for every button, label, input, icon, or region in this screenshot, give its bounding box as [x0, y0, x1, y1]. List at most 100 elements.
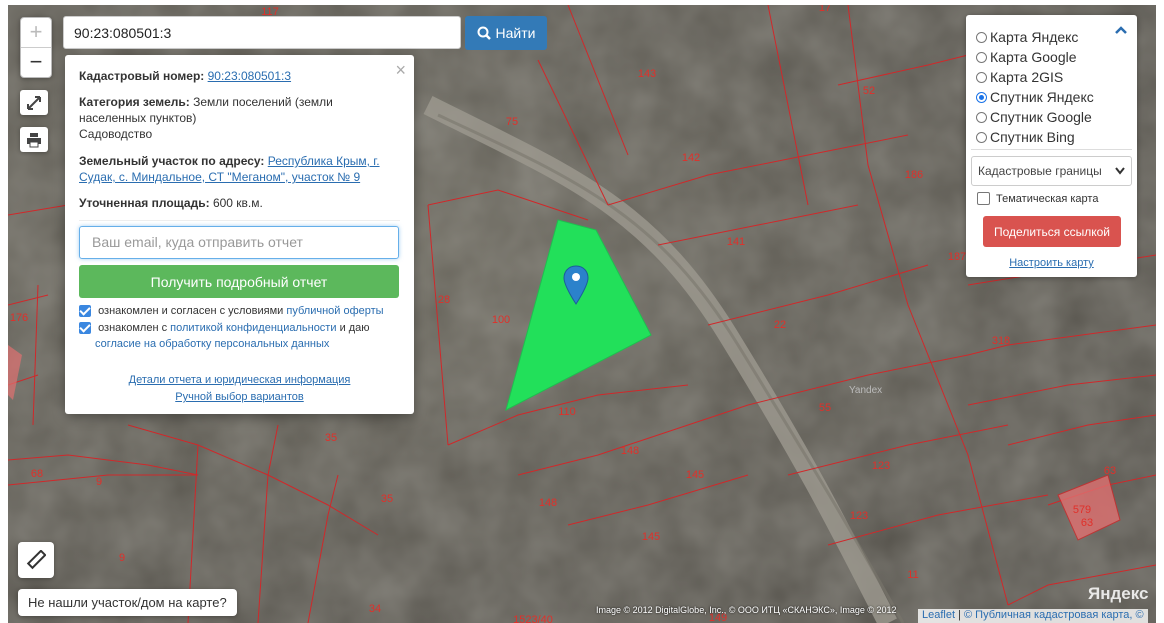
public-offer-link[interactable]: публичной оферты [286, 305, 383, 317]
agree-privacy-text-2: и даю [339, 322, 370, 334]
parcel-number-label[interactable]: 9 [96, 476, 102, 488]
not-found-button[interactable]: Не нашли участок/дом на карте? [18, 589, 237, 616]
parcel-number-label[interactable]: 148 [621, 445, 639, 457]
print-icon [27, 133, 41, 148]
parcel-number-label[interactable]: 9 [119, 552, 125, 564]
radio-icon [976, 71, 987, 83]
privacy-policy-link[interactable]: политикой конфиденциальности [170, 322, 336, 334]
layer-option-label: Спутник Google [990, 109, 1092, 125]
layer-option[interactable]: Карта 2GIS [976, 67, 1063, 87]
category-label: Категория земель: [79, 95, 190, 109]
pkk-link[interactable]: © Публичная кадастровая карта, © [964, 609, 1144, 621]
land-use-value: Садоводство [79, 127, 153, 141]
radio-icon [976, 131, 987, 143]
chevron-up-icon[interactable] [1115, 25, 1127, 35]
overlay-select[interactable]: Кадастровые границы [971, 156, 1132, 186]
parcel-number-label[interactable]: 148 [539, 497, 557, 509]
parcel-number-label[interactable]: 68 [31, 468, 43, 480]
parcel-number-label[interactable]: 100 [492, 314, 510, 326]
layer-option[interactable]: Карта Яндекс [976, 27, 1078, 47]
chevron-down-icon [1115, 167, 1125, 175]
thematic-map-checkbox[interactable] [977, 192, 990, 205]
parcel-number-label[interactable]: 110 [558, 406, 576, 418]
fullscreen-icon [27, 96, 41, 110]
leaflet-link[interactable]: Leaflet [922, 609, 955, 621]
layer-option[interactable]: Спутник Bing [976, 127, 1075, 147]
layer-switcher: Карта Яндекс Карта Google Карта 2GIS Спутни… [966, 15, 1137, 277]
parcel-number-label[interactable]: 579 [1073, 504, 1091, 516]
measure-button[interactable] [18, 542, 54, 578]
parcel-number-label[interactable]: 22 [774, 319, 786, 331]
layer-option-label: Карта Google [990, 49, 1077, 65]
parcel-number-label[interactable]: 52 [863, 85, 875, 97]
parcel-number-label[interactable]: 187 [948, 251, 966, 263]
category-value: Земли поселений (земли [193, 95, 333, 109]
cadastral-search-input[interactable] [63, 16, 461, 49]
parcel-number-label[interactable]: 141 [727, 236, 745, 248]
parcel-number-label[interactable]: 123 [850, 510, 868, 522]
zoom-in-button[interactable]: + [21, 18, 51, 48]
layer-option-label: Карта 2GIS [990, 69, 1064, 85]
parcel-number-label[interactable]: 142 [682, 152, 700, 164]
radio-icon [976, 91, 987, 103]
yandex-logo: Яндекс [1088, 584, 1149, 603]
parcel-number-label[interactable]: 123 [872, 460, 890, 472]
parcel-number-label[interactable]: 34 [369, 603, 381, 615]
parcel-number-label[interactable]: 17 [819, 5, 831, 14]
parcel-number-label[interactable]: 143 [638, 68, 656, 80]
layer-option-label: Спутник Bing [990, 129, 1075, 145]
zoom-out-button[interactable]: − [21, 48, 51, 77]
configure-map-link[interactable]: Настроить карту [1009, 257, 1094, 269]
parcel-number-label[interactable]: 176 [10, 312, 28, 324]
parcel-number-label[interactable]: 145 [642, 531, 660, 543]
parcel-number-label[interactable]: 35 [381, 493, 393, 505]
parcel-number-label[interactable]: 55 [819, 402, 831, 414]
parcel-number-label[interactable]: 63 [1104, 465, 1116, 477]
layer-option[interactable]: Спутник Google [976, 107, 1092, 127]
parcel-number-label[interactable]: 35 [325, 432, 337, 444]
parcel-number-label[interactable]: 28 [438, 294, 450, 306]
fullscreen-button[interactable] [20, 90, 48, 115]
parcel-number-label[interactable]: 186 [905, 169, 923, 181]
thematic-map-label: Тематическая карта [996, 192, 1099, 205]
parcel-number-label[interactable]: 1523/40 [513, 614, 553, 623]
layer-option-label: Карта Яндекс [990, 29, 1079, 45]
agree-privacy-text: ознакомлен с [98, 322, 168, 334]
parcel-number-label[interactable]: 145 [686, 469, 704, 481]
address-link[interactable]: Республика Крым, г. [268, 154, 380, 168]
overlay-select-value: Кадастровые границы [978, 164, 1102, 178]
email-field[interactable]: Ваш email, куда отправить отчет [79, 226, 399, 259]
agree-offer-text: ознакомлен и согласен с условиями [98, 305, 284, 317]
manual-selection-link[interactable]: Ручной выбор вариантов [175, 391, 303, 403]
personal-data-consent-link[interactable]: согласие на обработку персональных данны… [95, 338, 329, 350]
get-report-button[interactable]: Получить подробный отчет [79, 265, 399, 298]
cadastral-number-link[interactable]: 90:23:080501:3 [208, 69, 291, 83]
report-details-link[interactable]: Детали отчета и юридическая информация [129, 374, 351, 386]
area-label: Уточненная площадь: [79, 196, 210, 210]
category-value-2: населенных пунктов) [79, 111, 197, 125]
parcel-info-popup: × Кадастровый номер: 90:23:080501:3 Кате… [65, 55, 414, 414]
address-label: Земельный участок по адресу: [79, 154, 265, 168]
map-attribution: Leaflet | © Публичная кадастровая карта,… [918, 609, 1148, 623]
search-button[interactable]: Найти [465, 16, 547, 50]
area-value: 600 кв.м. [212, 196, 263, 210]
parcel-number-label[interactable]: 11 [907, 569, 918, 581]
address-link-2[interactable]: Судак, с. Миндальное, СТ "Меганом", учас… [79, 170, 360, 184]
offer-checkbox[interactable] [79, 305, 91, 318]
radio-icon [976, 111, 987, 123]
search-button-label: Найти [495, 25, 536, 41]
radio-icon [976, 51, 987, 63]
zoom-control: + − [20, 17, 52, 78]
parcel-number-label[interactable]: 63 [1081, 517, 1093, 529]
privacy-checkbox[interactable] [79, 322, 91, 335]
yandex-watermark: Yandex [849, 385, 883, 396]
parcel-number-label[interactable]: 75 [506, 116, 518, 128]
share-link-button[interactable]: Поделиться ссылкой [983, 216, 1121, 247]
cadastral-label: Кадастровый номер: [79, 69, 205, 83]
print-button[interactable] [20, 127, 48, 152]
layer-option[interactable]: Спутник Яндекс [976, 87, 1094, 107]
parcel-number-label[interactable]: 318 [992, 335, 1010, 347]
divider [971, 149, 1132, 150]
layer-option[interactable]: Карта Google [976, 47, 1077, 67]
divider [79, 220, 400, 221]
